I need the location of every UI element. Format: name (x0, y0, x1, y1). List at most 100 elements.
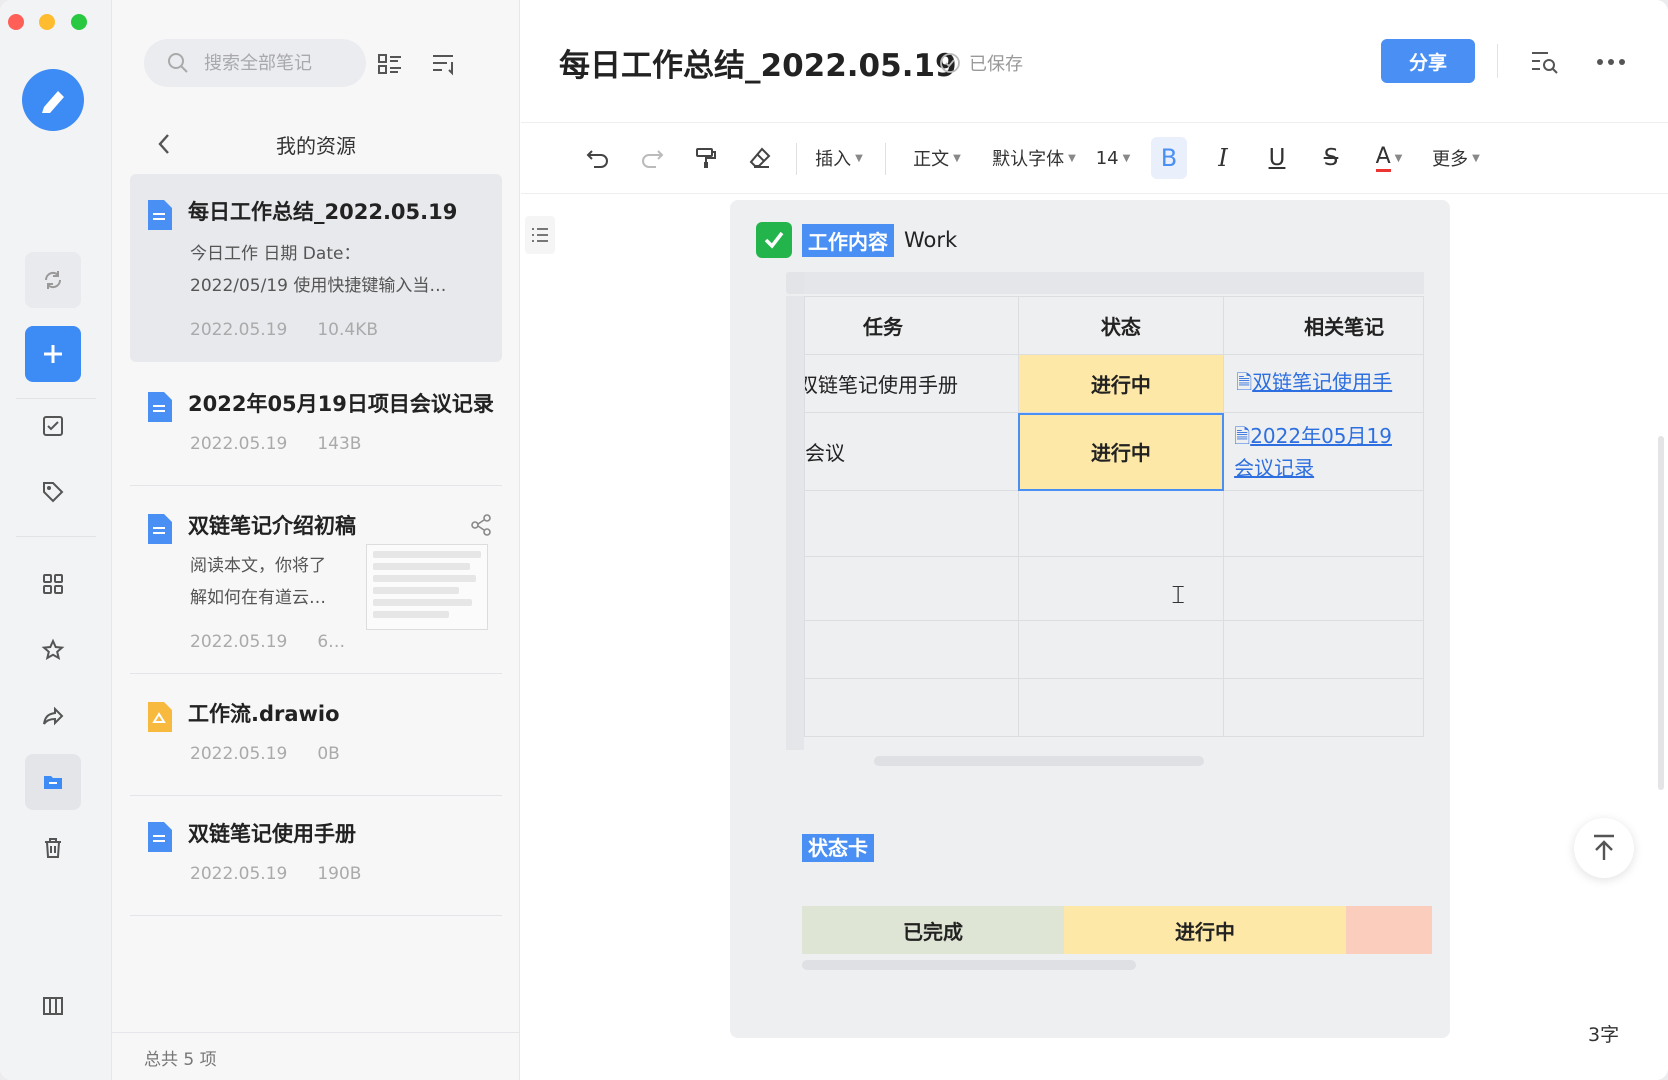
column-header-status[interactable]: 状态 (1017, 296, 1225, 355)
more-options-button[interactable] (1593, 44, 1629, 80)
todo-button[interactable] (25, 398, 81, 454)
item-size: 0B (317, 744, 340, 764)
table-row (804, 620, 1424, 679)
redo-button[interactable] (631, 137, 673, 179)
text-color-button[interactable]: A ▼ (1365, 137, 1413, 179)
shared-button[interactable] (25, 688, 81, 744)
grid-icon (43, 574, 63, 594)
list-footer-count: 总共 5 项 (112, 1032, 520, 1080)
status-todo-segment[interactable] (1346, 906, 1432, 954)
note-link-continued[interactable]: 会议记录 (1234, 456, 1314, 480)
note-link[interactable]: 2022年05月19 (1250, 424, 1392, 448)
status-card-scrollbar[interactable] (802, 960, 1136, 970)
paragraph-style-label: 正文 (913, 149, 950, 170)
star-icon (41, 638, 65, 660)
empty-cell[interactable] (804, 620, 1019, 679)
list-item[interactable]: 双链笔记使用手册 2022.05.19 190B (130, 796, 502, 916)
tag-icon (43, 482, 64, 503)
sync-button[interactable] (25, 252, 81, 308)
status-progress-segment[interactable]: 进行中 (1064, 906, 1346, 954)
new-note-button[interactable] (25, 326, 81, 382)
italic-button[interactable]: I (1205, 137, 1241, 179)
item-size: 6… (317, 632, 346, 652)
find-icon (1532, 52, 1558, 74)
check-circle-icon (940, 53, 960, 73)
table-row: 会议 进行中 🗎2022年05月19 会议记录 (804, 412, 1424, 491)
empty-cell[interactable] (1017, 620, 1225, 679)
task-cell[interactable]: 双链笔记使用手册 (804, 354, 1019, 413)
editor-vertical-scrollbar[interactable] (1658, 436, 1664, 790)
note-doc-icon (148, 514, 172, 544)
column-header-task[interactable]: 任务 (804, 296, 1019, 355)
list-title: 我的资源 (276, 133, 356, 158)
undo-button[interactable] (577, 137, 619, 179)
insert-menu[interactable]: 插入 ▼ (811, 137, 867, 179)
find-in-doc-button[interactable] (1527, 44, 1563, 80)
apps-button[interactable] (25, 556, 81, 612)
status-card-title: 状态卡 (802, 834, 874, 862)
undo-icon (586, 150, 608, 168)
left-rail (0, 0, 112, 1080)
item-title: 双链笔记使用手册 (188, 822, 356, 846)
share-icon[interactable] (470, 514, 492, 536)
strikethrough-button[interactable]: S (1313, 137, 1349, 179)
font-size-select[interactable]: 14 ▼ (1093, 137, 1133, 179)
empty-cell[interactable] (804, 556, 1019, 621)
empty-cell[interactable] (1017, 556, 1225, 621)
status-cell[interactable]: 进行中 (1017, 412, 1225, 491)
search-box[interactable] (144, 39, 366, 87)
format-painter-icon (696, 148, 716, 168)
ellipsis-icon (1597, 59, 1625, 65)
more-format-menu[interactable]: 更多 ▼ (1431, 137, 1481, 179)
trash-button[interactable] (25, 820, 81, 876)
list-item[interactable]: 工作流.drawio 2022.05.19 0B (130, 676, 502, 796)
font-family-select[interactable]: 默认字体 ▼ (989, 137, 1079, 179)
note-link[interactable]: 双链笔记使用手 (1252, 370, 1392, 394)
list-item[interactable]: 每日工作总结_2022.05.19 今日工作 日期 Date： 2022/05/… (130, 174, 502, 362)
empty-cell[interactable] (1223, 678, 1424, 737)
task-cell[interactable]: 会议 (804, 412, 1019, 491)
empty-cell[interactable] (804, 678, 1019, 737)
table-horizontal-scrollbar[interactable] (874, 756, 1204, 766)
more-format-label: 更多 (1432, 149, 1469, 170)
my-resources-button[interactable] (25, 754, 81, 810)
font-size-label: 14 (1095, 147, 1119, 169)
layout-toggle-button[interactable] (25, 978, 81, 1034)
notes-cell[interactable]: 🗎双链笔记使用手 (1223, 354, 1424, 413)
empty-cell[interactable] (1223, 490, 1424, 557)
minimize-window-button[interactable] (39, 14, 55, 30)
bold-button[interactable]: B (1151, 137, 1187, 179)
outline-toggle-button[interactable] (525, 216, 555, 254)
zoom-window-button[interactable] (71, 14, 87, 30)
item-size: 10.4KB (317, 320, 379, 340)
favorites-button[interactable] (25, 622, 81, 678)
paragraph-style-select[interactable]: 正文 ▼ (909, 137, 965, 179)
status-done-segment[interactable]: 已完成 (802, 906, 1064, 954)
app-logo-icon[interactable] (22, 69, 84, 131)
row-handle-bar[interactable] (786, 296, 804, 750)
view-mode-button[interactable] (374, 48, 406, 80)
notes-cell[interactable]: 🗎2022年05月19 会议记录 (1223, 412, 1424, 491)
list-item[interactable]: 2022年05月19日项目会议记录 2022.05.19 143B (130, 366, 502, 486)
empty-cell[interactable] (1223, 620, 1424, 679)
underline-button[interactable]: U (1259, 137, 1295, 179)
share-button[interactable]: 分享 (1381, 39, 1475, 83)
search-input[interactable] (204, 52, 354, 74)
empty-cell[interactable] (1223, 556, 1424, 621)
format-painter-button[interactable] (685, 137, 727, 179)
eraser-icon (749, 147, 771, 168)
column-handle-bar[interactable] (804, 272, 1424, 294)
empty-cell[interactable] (1017, 678, 1225, 737)
empty-cell[interactable] (804, 490, 1019, 557)
list-item[interactable]: 双链笔记介绍初稿 阅读本文，你将了 解如何在有道云… 2022.05.19 6… (130, 488, 502, 674)
tags-button[interactable] (25, 464, 81, 520)
clear-format-button[interactable] (739, 137, 781, 179)
close-window-button[interactable] (8, 14, 24, 30)
sort-button[interactable] (428, 48, 460, 80)
back-to-top-button[interactable] (1574, 818, 1634, 878)
document-title[interactable]: 每日工作总结_2022.05.19 (559, 40, 957, 85)
column-header-notes[interactable]: 相关笔记 (1223, 296, 1424, 355)
status-cell[interactable]: 进行中 (1017, 354, 1225, 413)
empty-cell[interactable] (1017, 490, 1225, 557)
toolbar-divider (796, 143, 797, 175)
